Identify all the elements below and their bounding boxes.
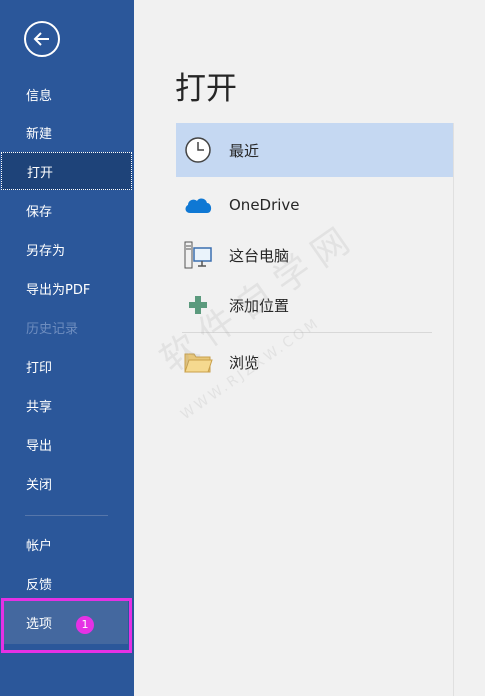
- sidebar-item-label: 导出为PDF: [26, 282, 91, 298]
- sidebar-item-info[interactable]: 信息: [0, 75, 134, 113]
- clock-icon: [183, 135, 213, 165]
- sidebar: 信息 新建 打开 保存 另存为 导出为PDF 历史记录 打印 共享 导出 关闭 …: [0, 0, 134, 696]
- sidebar-item-open[interactable]: 打开: [1, 152, 132, 190]
- step-badge: 1: [76, 616, 94, 634]
- sidebar-item-share[interactable]: 共享: [0, 386, 134, 424]
- sidebar-item-new[interactable]: 新建: [0, 113, 134, 151]
- panel-divider: [453, 123, 454, 696]
- sidebar-item-save[interactable]: 保存: [0, 191, 134, 229]
- back-button[interactable]: [24, 21, 60, 57]
- sidebar-item-label: 反馈: [26, 577, 53, 593]
- sidebar-item-label: 打印: [26, 360, 53, 376]
- sidebar-item-label: 新建: [26, 126, 53, 142]
- sidebar-divider: [25, 515, 108, 516]
- sidebar-item-label: 历史记录: [26, 321, 79, 337]
- computer-icon: [183, 240, 213, 270]
- sidebar-item-history: 历史记录: [0, 308, 134, 346]
- options-highlight-box: [1, 598, 132, 653]
- location-label: 最近: [229, 141, 260, 160]
- sidebar-item-label: 帐户: [26, 538, 53, 554]
- sidebar-item-print[interactable]: 打印: [0, 347, 134, 385]
- sidebar-item-account[interactable]: 帐户: [0, 525, 134, 563]
- back-arrow-icon: [33, 32, 49, 46]
- sidebar-item-label: 导出: [26, 438, 53, 454]
- sidebar-item-label: 另存为: [26, 243, 66, 259]
- sidebar-item-label: 共享: [26, 399, 53, 415]
- sidebar-item-label: 保存: [26, 204, 53, 220]
- location-label: OneDrive: [229, 196, 300, 214]
- sidebar-item-label: 打开: [27, 165, 54, 181]
- sidebar-item-feedback[interactable]: 反馈: [0, 564, 134, 602]
- onedrive-cloud-icon: [183, 190, 213, 220]
- sidebar-item-export[interactable]: 导出: [0, 425, 134, 463]
- sidebar-item-label: 信息: [26, 88, 53, 104]
- sidebar-item-save-as[interactable]: 另存为: [0, 230, 134, 268]
- page-title: 打开: [175, 71, 237, 107]
- sidebar-item-export-pdf[interactable]: 导出为PDF: [0, 269, 134, 307]
- location-recent[interactable]: 最近: [176, 123, 453, 177]
- sidebar-item-label: 关闭: [26, 477, 53, 493]
- sidebar-item-close[interactable]: 关闭: [0, 464, 134, 502]
